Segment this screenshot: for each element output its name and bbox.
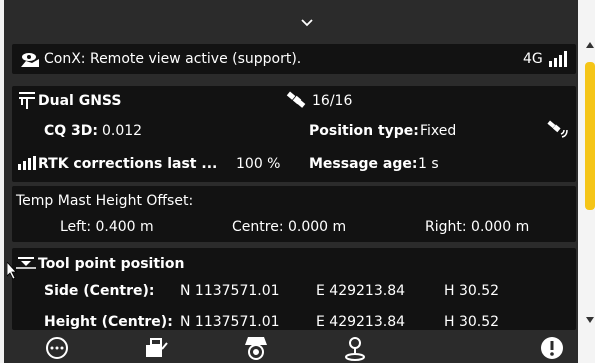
position-type-value: Fixed [420, 123, 457, 139]
tool-point-title: Tool point position [38, 256, 185, 272]
chevron-down-icon[interactable] [301, 17, 313, 29]
machine-icon[interactable] [143, 335, 169, 361]
remote-view-banner: ConX: Remote view active (support). 4G [12, 44, 576, 74]
rtk-label: RTK corrections last ... [38, 156, 218, 172]
location-icon[interactable] [342, 335, 368, 361]
status-panel: ConX: Remote view active (support). 4G D… [4, 0, 578, 363]
tool-row-label: Height (Centre): [44, 314, 173, 330]
rtk-signal-icon [18, 156, 36, 170]
camera-icon[interactable] [243, 335, 269, 361]
bottom-toolbar [4, 330, 578, 363]
cq3d-label: CQ 3D: [44, 123, 99, 139]
menu-icon[interactable] [44, 335, 70, 361]
gnss-title: Dual GNSS [38, 93, 122, 109]
message-age-value: 1 s [418, 156, 439, 172]
tool-point-card: Tool point position Side (Centre): N 113… [12, 248, 576, 330]
message-age-label: Message age: [309, 156, 418, 172]
mast-centre-value: Centre: 0.000 m [232, 219, 347, 235]
tool-row-northing: N 1137571.01 [180, 314, 280, 330]
mast-offset-card: Temp Mast Height Offset: Left: 0.400 m C… [12, 186, 576, 242]
mast-offset-title: Temp Mast Height Offset: [16, 193, 194, 209]
scroll-up-icon[interactable] [585, 40, 595, 50]
satellite-icon [286, 91, 306, 108]
gnss-antenna-icon [19, 92, 35, 109]
network-type: 4G [523, 51, 543, 67]
tool-row-height: H 30.52 [444, 314, 500, 330]
scrollbar-thumb[interactable] [585, 62, 595, 210]
satellite-count: 16/16 [312, 93, 353, 109]
tool-point-icon [16, 257, 36, 269]
mouse-cursor-icon [7, 262, 17, 280]
remote-view-icon [21, 53, 39, 67]
mast-left-value: Left: 0.400 m [60, 219, 154, 235]
alert-icon[interactable] [539, 335, 565, 361]
signal-icon [549, 51, 567, 67]
tool-row-height: H 30.52 [444, 283, 500, 299]
gnss-card: Dual GNSS 16/16 CQ 3D: 0.012 Position ty… [12, 86, 576, 182]
remote-view-text: ConX: Remote view active (support). [44, 51, 302, 67]
mast-right-value: Right: 0.000 m [425, 219, 530, 235]
tool-row-easting: E 429213.84 [316, 283, 406, 299]
tool-row-northing: N 1137571.01 [180, 283, 280, 299]
position-type-label: Position type: [309, 123, 419, 139]
scroll-down-icon[interactable] [585, 315, 595, 325]
rtk-value: 100 % [236, 156, 281, 172]
cq3d-value: 0.012 [102, 123, 143, 139]
tool-row-label: Side (Centre): [44, 283, 155, 299]
fix-icon [547, 120, 568, 138]
tool-row-easting: E 429213.84 [316, 314, 406, 330]
